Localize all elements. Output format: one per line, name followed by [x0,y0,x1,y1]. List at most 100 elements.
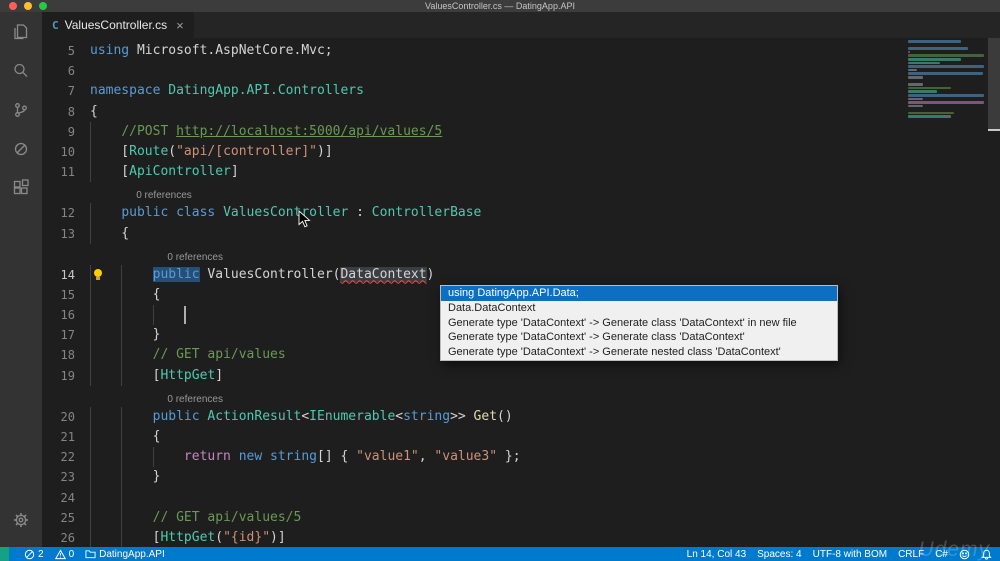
line-number[interactable]: 7 [42,81,90,101]
line-number[interactable]: 9 [42,122,90,142]
code-text[interactable]: public ValuesController(DataContext) [90,264,988,285]
line-number[interactable]: 11 [42,162,90,182]
feedback-smiley-icon[interactable] [959,549,970,560]
code-line-23: 23 } [42,467,988,488]
code-action-item[interactable]: Generate type 'DataContext' -> Generate … [441,316,837,331]
search-icon[interactable] [0,51,42,90]
close-window-button[interactable] [9,2,17,10]
project-label: DatingApp.API [99,548,165,560]
line-number[interactable]: 14 [42,265,90,285]
code-text[interactable]: } [90,467,988,488]
extensions-icon[interactable] [0,168,42,207]
code-text[interactable]: public ActionResult<IEnumerable<string>>… [90,406,988,427]
settings-gear-icon[interactable] [0,500,42,539]
line-number[interactable]: 13 [42,224,90,244]
codelens-references[interactable]: 0 references [105,182,988,203]
code-text[interactable]: return new string[] { "value1", "value3"… [90,447,988,468]
line-number[interactable]: 5 [42,41,90,61]
language-mode[interactable]: C# [935,549,948,560]
line-number[interactable]: 6 [42,61,90,81]
code-text[interactable] [90,487,988,508]
code-token: ] [230,164,239,180]
line-number[interactable]: 16 [42,305,90,325]
cursor-position[interactable]: Ln 14, Col 43 [687,549,747,560]
code-text[interactable]: [HttpGet] [90,365,988,386]
code-line-6: 6 [42,61,988,81]
code-token: ActionResult [207,408,302,424]
indentation[interactable]: Spaces: 4 [757,549,801,560]
zoom-window-button[interactable] [39,2,47,10]
line-number[interactable]: 21 [42,427,90,447]
line-number[interactable]: 10 [42,142,90,162]
code-token: : [348,205,372,221]
error-count: 2 [38,548,44,560]
indent-guide [121,467,123,488]
line-number[interactable]: 8 [42,102,90,122]
codelens-references[interactable]: 0 references [105,244,988,265]
explorer-icon[interactable] [0,12,42,51]
project-name[interactable]: DatingApp.API [85,549,165,560]
line-number[interactable]: 23 [42,467,90,487]
line-number[interactable]: 19 [42,366,90,386]
code-token: IEnumerable [309,408,396,424]
code-text[interactable]: //POST http://localhost:5000/api/values/… [90,121,988,142]
code-token: } [90,327,161,343]
problems-warnings[interactable]: 0 [54,549,74,560]
indent-guide [90,305,91,326]
code-action-item[interactable]: Generate type 'DataContext' -> Generate … [441,330,837,345]
indent-guide [90,162,91,183]
problems-errors[interactable]: 2 [24,549,44,560]
code-token: { [90,286,161,302]
code-action-item[interactable]: using DatingApp.API.Data; [441,286,837,301]
code-text[interactable]: [HttpGet("{id}")] [90,527,988,547]
notifications-bell-icon[interactable] [981,549,992,560]
code-text[interactable]: public class ValuesController : Controll… [90,203,988,224]
minimap[interactable] [904,40,988,132]
line-number[interactable]: 20 [42,407,90,427]
scrollbar-thumb[interactable] [988,38,1000,130]
code-token: ApiController [129,164,231,180]
code-text[interactable]: // GET api/values/5 [90,507,988,528]
encoding[interactable]: UTF-8 with BOM [813,549,887,560]
minimap-line [908,57,961,61]
source-control-icon[interactable] [0,90,42,129]
line-number[interactable]: 22 [42,447,90,467]
remote-indicator[interactable] [0,547,9,561]
close-tab-icon[interactable]: × [176,18,184,33]
minimize-window-button[interactable] [24,2,32,10]
minimap-line [908,68,917,72]
vertical-scrollbar[interactable] [988,38,1000,547]
code-action-item[interactable]: Data.DataContext [441,301,837,316]
code-text[interactable]: namespace DatingApp.API.Controllers [90,81,988,101]
indent-guide [90,345,91,366]
code-text[interactable]: using Microsoft.AspNetCore.Mvc; [90,41,988,61]
line-number[interactable]: 18 [42,345,90,365]
line-number[interactable]: 17 [42,325,90,345]
indent-guide [90,507,91,528]
code-line-12: 12 public class ValuesController : Contr… [42,203,988,224]
code-text[interactable]: [Route("api/[controller]")] [90,141,988,163]
code-text[interactable]: { [90,223,988,244]
line-number[interactable]: 15 [42,285,90,305]
codelens-references[interactable]: 0 references [105,386,988,407]
code-token: }; [497,449,521,465]
lightbulb-icon[interactable] [94,268,102,280]
indent-guide [121,305,123,326]
code-line-11: 11 [ApiController] [42,162,988,183]
debug-icon[interactable] [0,129,42,168]
code-action-item[interactable]: Generate type 'DataContext' -> Generate … [441,345,837,360]
line-number[interactable]: 12 [42,203,90,223]
line-number[interactable]: 26 [42,528,90,547]
code-text[interactable]: { [90,102,988,122]
code-token: HttpGet [160,529,216,545]
line-number[interactable]: 25 [42,508,90,528]
eol-sequence[interactable]: CRLF [898,549,924,560]
code-text[interactable]: [ApiController] [90,162,988,183]
code-text[interactable]: { [90,427,988,448]
overview-ruler-marker [988,129,1000,131]
tab-valuescontroller[interactable]: C ValuesController.cs × [42,12,194,38]
code-text[interactable] [90,61,988,81]
code-token: < [395,408,404,424]
code-token: Microsoft.AspNetCore.Mvc; [129,43,333,58]
line-number[interactable]: 24 [42,488,90,508]
